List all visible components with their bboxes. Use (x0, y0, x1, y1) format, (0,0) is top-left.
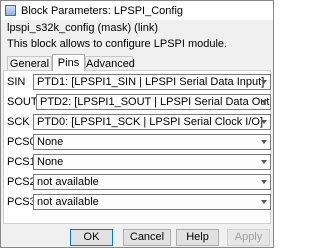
window-title: Block Parameters: LPSPI_Config (21, 4, 184, 17)
tab-advanced[interactable]: Advanced (85, 56, 135, 70)
chevron-down-icon (261, 200, 267, 204)
simulink-app-icon (5, 5, 16, 16)
tab-pins[interactable]: Pins (52, 54, 85, 71)
block-parameters-dialog: Block Parameters: LPSPI_Config lpspi_s32… (0, 0, 274, 248)
chevron-down-icon (261, 180, 267, 184)
pcs0-dropdown[interactable]: None (33, 134, 271, 150)
sout-dropdown-value: PTD2: [LPSPI1_SOUT | LPSPI Serial Data O… (40, 96, 271, 108)
pcs3-label: PCS3 (7, 196, 36, 208)
apply-button[interactable]: Apply (227, 229, 270, 246)
tab-general[interactable]: General (7, 56, 52, 70)
sout-dropdown[interactable]: PTD2: [LPSPI1_SOUT | LPSPI Serial Data O… (36, 94, 271, 110)
pcs2-dropdown-value: not available (37, 176, 99, 188)
pcs1-label: PCS1 (7, 156, 36, 168)
pcs2-label: PCS2 (7, 176, 36, 188)
pcs3-dropdown[interactable]: not available (33, 194, 271, 210)
pcs0-label: PCS0 (7, 136, 36, 148)
param-row-pcs1: PCS1 None (4, 154, 272, 170)
param-row-pcs0: PCS0 None (4, 134, 272, 150)
sout-label: SOUT (7, 96, 38, 108)
title-bar[interactable]: Block Parameters: LPSPI_Config (1, 1, 273, 20)
sin-label: SIN (7, 76, 26, 88)
block-info: lpspi_s32k_config (mask) (link) This blo… (1, 20, 273, 53)
ok-button[interactable]: OK (70, 229, 113, 246)
sin-dropdown[interactable]: PTD1: [LPSPI1_SIN | LPSPI Serial Data In… (33, 74, 271, 90)
pcs1-dropdown[interactable]: None (33, 154, 271, 170)
sck-label: SCK (7, 116, 30, 128)
param-row-sin: SIN PTD1: [LPSPI1_SIN | LPSPI Serial Dat… (4, 74, 272, 90)
chevron-down-icon (261, 120, 267, 124)
param-row-sout: SOUT PTD2: [LPSPI1_SOUT | LPSPI Serial D… (4, 94, 272, 110)
block-type-label: lpspi_s32k_config (mask) (link) (7, 22, 158, 34)
block-description: This block allows to configure LPSPI mod… (7, 38, 228, 50)
chevron-down-icon (261, 160, 267, 164)
pcs0-dropdown-value: None (37, 136, 64, 148)
pins-panel: SIN PTD1: [LPSPI1_SIN | LPSPI Serial Dat… (3, 70, 271, 224)
pcs1-dropdown-value: None (37, 156, 64, 168)
chevron-down-icon (261, 80, 267, 84)
pcs3-dropdown-value: not available (37, 196, 99, 208)
chevron-down-icon (261, 140, 267, 144)
sin-dropdown-value: PTD1: [LPSPI1_SIN | LPSPI Serial Data In… (37, 76, 265, 88)
help-button[interactable]: Help (176, 229, 219, 246)
param-row-pcs2: PCS2 not available (4, 174, 272, 190)
sck-dropdown-value: PTD0: [LPSPI1_SCK | LPSPI Serial Clock I… (37, 116, 263, 128)
dialog-buttons: OK Cancel Help Apply (1, 229, 273, 247)
cancel-button[interactable]: Cancel (123, 229, 171, 246)
tab-bar: General Pins Advanced (1, 54, 273, 71)
pcs2-dropdown[interactable]: not available (33, 174, 271, 190)
param-row-pcs3: PCS3 not available (4, 194, 272, 210)
param-row-sck: SCK PTD0: [LPSPI1_SCK | LPSPI Serial Clo… (4, 114, 272, 130)
sck-dropdown[interactable]: PTD0: [LPSPI1_SCK | LPSPI Serial Clock I… (33, 114, 271, 130)
chevron-down-icon (261, 100, 267, 104)
